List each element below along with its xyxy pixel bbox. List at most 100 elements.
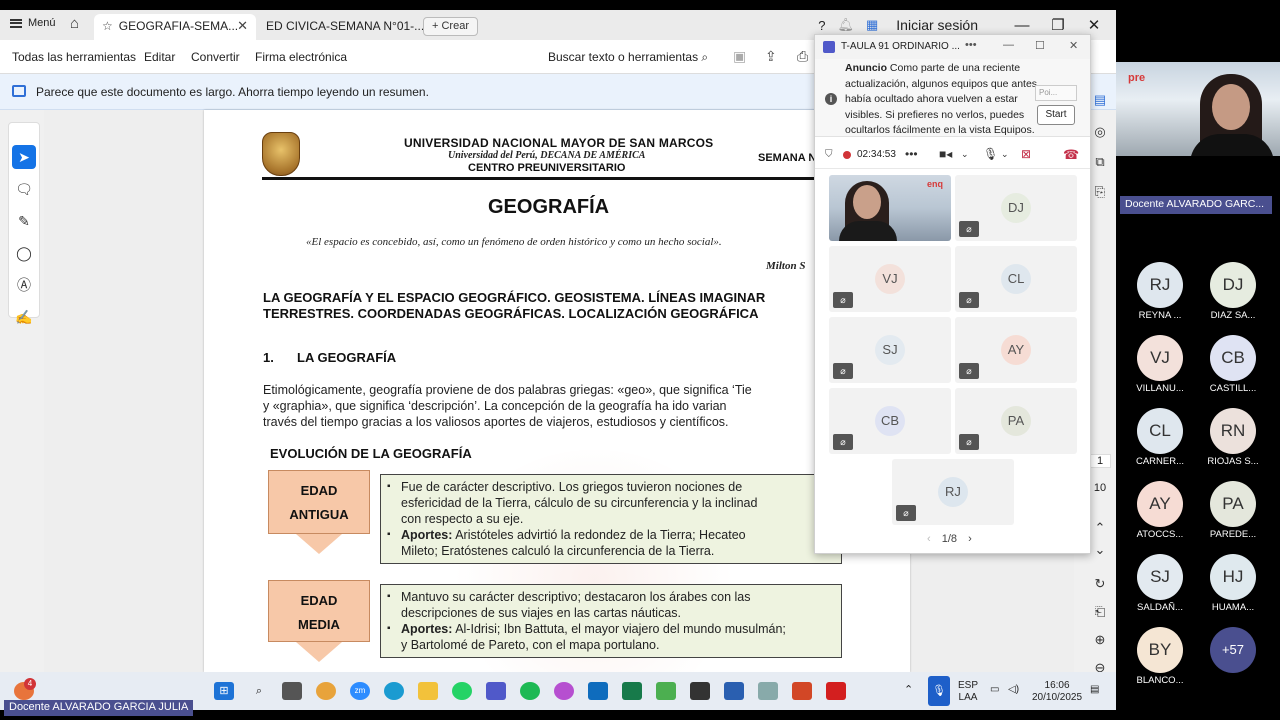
scroll-down-icon[interactable]: ⌄ [1090, 542, 1110, 558]
restore-icon[interactable]: ❐ [1046, 16, 1070, 34]
create-button[interactable]: + Crear [423, 17, 478, 36]
esign-button[interactable]: Firma electrónica [255, 50, 347, 64]
lasso-icon[interactable]: ◯ [12, 241, 36, 265]
hang-up-icon[interactable]: ☎︎ [1063, 147, 1079, 163]
copilot-icon[interactable] [554, 682, 574, 700]
refresh-icon[interactable]: ↻ [1090, 576, 1110, 592]
participant[interactable]: RJ REYNA ... [1125, 262, 1195, 321]
close-icon[interactable]: ✕ [1069, 39, 1078, 52]
text-select-icon[interactable]: Ⓐ [12, 273, 36, 297]
video-tile[interactable]: DJ ⌀ [955, 175, 1077, 241]
zoom-in-icon[interactable]: ⊕ [1090, 632, 1110, 648]
chevron-right-icon[interactable]: › [968, 533, 972, 545]
start-icon[interactable]: ⊞ [214, 682, 234, 700]
microphone-icon[interactable]: 🎙︎ [928, 676, 950, 706]
upload-icon[interactable]: ⇪ [765, 48, 777, 65]
convert-button[interactable]: Convertir [191, 50, 240, 64]
spotify-icon[interactable] [520, 682, 540, 700]
menu-button[interactable]: Menú [10, 17, 56, 29]
app-icon[interactable] [656, 682, 676, 700]
powerpoint-icon[interactable] [792, 682, 812, 700]
pen-icon[interactable]: ✎ [12, 209, 36, 233]
bell-icon[interactable]: 🔔︎ [837, 17, 854, 33]
chrome-icon[interactable] [316, 682, 336, 700]
more-options-icon[interactable]: ••• [965, 39, 977, 51]
app-icon[interactable] [622, 682, 642, 700]
file-explorer-icon[interactable] [418, 682, 438, 700]
app-icon[interactable] [758, 682, 778, 700]
outlook-icon[interactable] [588, 682, 608, 700]
participant[interactable]: CL CARNER... [1125, 408, 1195, 467]
bookmark-icon[interactable]: ⧉ [1090, 154, 1110, 170]
restore-icon[interactable]: ☐ [1035, 39, 1045, 52]
participant[interactable]: SJ SALDAÑ... [1125, 554, 1195, 613]
acrobat-icon[interactable] [826, 682, 846, 700]
page-fit-icon[interactable]: ⎗ [1090, 604, 1110, 620]
whatsapp-icon[interactable] [452, 682, 472, 700]
ai-assistant-icon[interactable]: ▤ [1090, 92, 1110, 108]
chevron-up-icon[interactable]: ⌃ [904, 684, 913, 696]
tab-geografia[interactable]: ☆ GEOGRAFIA-SEMA... ✕ [94, 14, 256, 40]
comments-icon[interactable]: ◎ [1090, 124, 1110, 140]
star-icon[interactable]: ☆ [102, 19, 113, 33]
scroll-up-icon[interactable]: ⌃ [1090, 520, 1110, 536]
print-icon[interactable]: ⎙ [797, 48, 808, 65]
save-icon[interactable]: ▣ [733, 48, 746, 65]
edge-icon[interactable] [384, 682, 404, 700]
video-tile[interactable]: PA ⌀ [955, 388, 1077, 454]
clock[interactable]: 16:06 20/10/2025 [1032, 680, 1082, 704]
chevron-down-icon[interactable]: ⌄ [961, 149, 969, 160]
pages-icon[interactable]: ⎘ [1090, 184, 1110, 200]
search-tools-button[interactable]: Buscar texto o herramientas ⌕ [548, 50, 708, 65]
language-indicator[interactable]: ESP LAA [958, 680, 978, 704]
minimize-icon[interactable]: — [1003, 39, 1014, 51]
edit-button[interactable]: Editar [144, 50, 175, 64]
video-tile[interactable]: RJ ⌀ [892, 459, 1014, 525]
login-button[interactable]: Iniciar sesión [896, 17, 978, 33]
video-tile[interactable]: CL ⌀ [955, 246, 1077, 312]
participant[interactable]: DJ DIAZ SA... [1198, 262, 1268, 321]
participant[interactable]: RN RIOJAS S... [1198, 408, 1268, 467]
participant[interactable]: AY ATOCCS... [1125, 481, 1195, 540]
participant[interactable]: VJ VILLANU... [1125, 335, 1195, 394]
more-icon[interactable]: ••• [905, 147, 918, 161]
current-page-field[interactable]: 1 [1089, 454, 1111, 468]
chevron-down-icon[interactable]: ⌄ [1001, 149, 1009, 160]
participant[interactable]: CB CASTILL... [1198, 335, 1268, 394]
participant[interactable]: HJ HUAMA... [1198, 554, 1268, 613]
video-tile[interactable]: AY ⌀ [955, 317, 1077, 383]
close-window-icon[interactable]: ✕ [1082, 16, 1106, 34]
zoom-icon[interactable]: zm [350, 682, 370, 700]
popup-input[interactable]: Poi... [1035, 85, 1077, 101]
tab-ed-civica[interactable]: ED CIVICA-SEMANA N°01-... [258, 14, 424, 40]
teams-icon[interactable] [486, 682, 506, 700]
comment-icon[interactable]: 🗨︎ [12, 177, 36, 201]
microphone-icon[interactable]: 🎙︎ [983, 147, 998, 161]
close-tab-icon[interactable]: ✕ [237, 18, 248, 34]
all-tools-button[interactable]: Todas las herramientas [12, 50, 136, 64]
minimize-icon[interactable]: — [1010, 17, 1034, 34]
store-icon[interactable] [724, 682, 744, 700]
chevron-left-icon[interactable]: ‹ [927, 533, 931, 545]
teacher-video[interactable]: pre [1116, 62, 1280, 156]
app-icon[interactable] [690, 682, 710, 700]
video-tile-teacher[interactable]: enq [829, 175, 951, 241]
notification-center-icon[interactable]: ▤ [1090, 684, 1099, 696]
video-tile[interactable]: CB ⌀ [829, 388, 951, 454]
zoom-out-icon[interactable]: ⊖ [1090, 660, 1110, 672]
video-tile[interactable]: SJ ⌀ [829, 317, 951, 383]
apps-icon[interactable]: ▦ [866, 17, 878, 33]
select-cursor-icon[interactable]: ➤ [12, 145, 36, 169]
volume-icon[interactable]: ◁) [1008, 684, 1019, 696]
participant[interactable]: PA PAREDE... [1198, 481, 1268, 540]
help-icon[interactable]: ? [818, 18, 825, 33]
network-icon[interactable]: ▭ [990, 684, 999, 696]
task-view-icon[interactable] [282, 682, 302, 700]
video-tile[interactable]: VJ ⌀ [829, 246, 951, 312]
camera-icon[interactable]: ■◂ [939, 147, 952, 161]
more-participants[interactable]: +57 [1198, 627, 1268, 673]
start-button[interactable]: Start [1037, 105, 1075, 125]
participant[interactable]: BY BLANCO... [1125, 627, 1195, 686]
share-stop-icon[interactable]: ⊠ [1021, 147, 1031, 161]
home-icon[interactable]: ⌂ [70, 15, 79, 32]
